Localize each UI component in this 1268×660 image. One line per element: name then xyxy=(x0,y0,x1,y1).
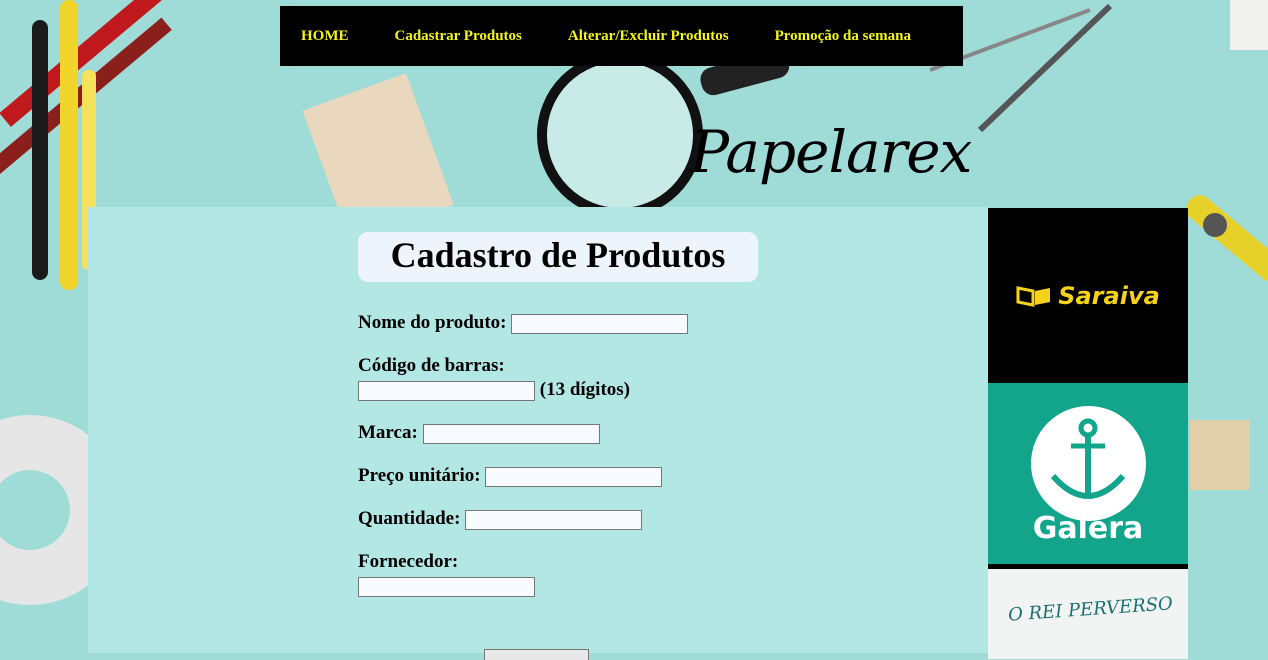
input-marca[interactable] xyxy=(422,423,600,444)
nav-cadastrar-produtos[interactable]: Cadastrar Produtos xyxy=(395,28,522,45)
product-form: Nome do produto: Código de barras: (13 d… xyxy=(358,311,778,617)
field-row-preco: Preço unitário: xyxy=(358,464,778,488)
field-row-quantidade: Quantidade: xyxy=(358,507,778,531)
main-nav: HOME Cadastrar Produtos Alterar/Excluir … xyxy=(280,6,963,66)
field-row-marca: Marca: xyxy=(358,421,778,445)
field-row-fornecedor: Fornecedor: xyxy=(358,550,778,598)
nav-alterar-excluir-produtos[interactable]: Alterar/Excluir Produtos xyxy=(568,28,729,45)
submit-button[interactable] xyxy=(484,649,589,660)
ad-galera[interactable]: Galera xyxy=(988,383,1188,564)
label-nome: Nome do produto: xyxy=(358,312,507,333)
ad-saraiva[interactable]: Saraiva xyxy=(988,208,1188,383)
saraiva-label: Saraiva xyxy=(1058,281,1160,310)
anchor-icon xyxy=(1031,406,1146,521)
label-preco: Preço unitário: xyxy=(358,465,481,486)
label-fornecedor: Fornecedor: xyxy=(358,551,459,572)
logo: Papelarex xyxy=(690,118,972,186)
ad-books[interactable]: O REI PERVERSO xyxy=(988,569,1188,659)
page-title-box: Cadastro de Produtos xyxy=(358,232,758,282)
saraiva-logo: Saraiva xyxy=(1016,282,1160,310)
input-fornecedor[interactable] xyxy=(358,576,535,597)
input-quantidade[interactable] xyxy=(465,509,643,530)
books-caption: O REI PERVERSO xyxy=(1007,593,1174,626)
codigo-hint: (13 dígitos) xyxy=(539,379,630,400)
nav-home[interactable]: HOME xyxy=(301,28,349,45)
nav-promocao-semana[interactable]: Promoção da semana xyxy=(775,28,911,45)
field-row-nome: Nome do produto: xyxy=(358,311,778,335)
input-nome[interactable] xyxy=(511,313,689,334)
label-quantidade: Quantidade: xyxy=(358,508,461,529)
input-preco[interactable] xyxy=(485,466,663,487)
main-panel: Cadastro de Produtos Nome do produto: Có… xyxy=(88,207,988,660)
book-icon xyxy=(1016,285,1051,307)
ads-sidebar: Saraiva Galera O REI PERVERSO xyxy=(988,208,1188,659)
field-row-codigo: Código de barras: (13 dígitos) xyxy=(358,354,778,402)
label-marca: Marca: xyxy=(358,422,418,443)
logo-text: Papelarex xyxy=(690,118,972,186)
page-title: Cadastro de Produtos xyxy=(390,235,726,275)
input-codigo[interactable] xyxy=(358,380,535,401)
label-codigo: Código de barras: xyxy=(358,355,505,376)
galera-label: Galera xyxy=(1032,511,1144,546)
